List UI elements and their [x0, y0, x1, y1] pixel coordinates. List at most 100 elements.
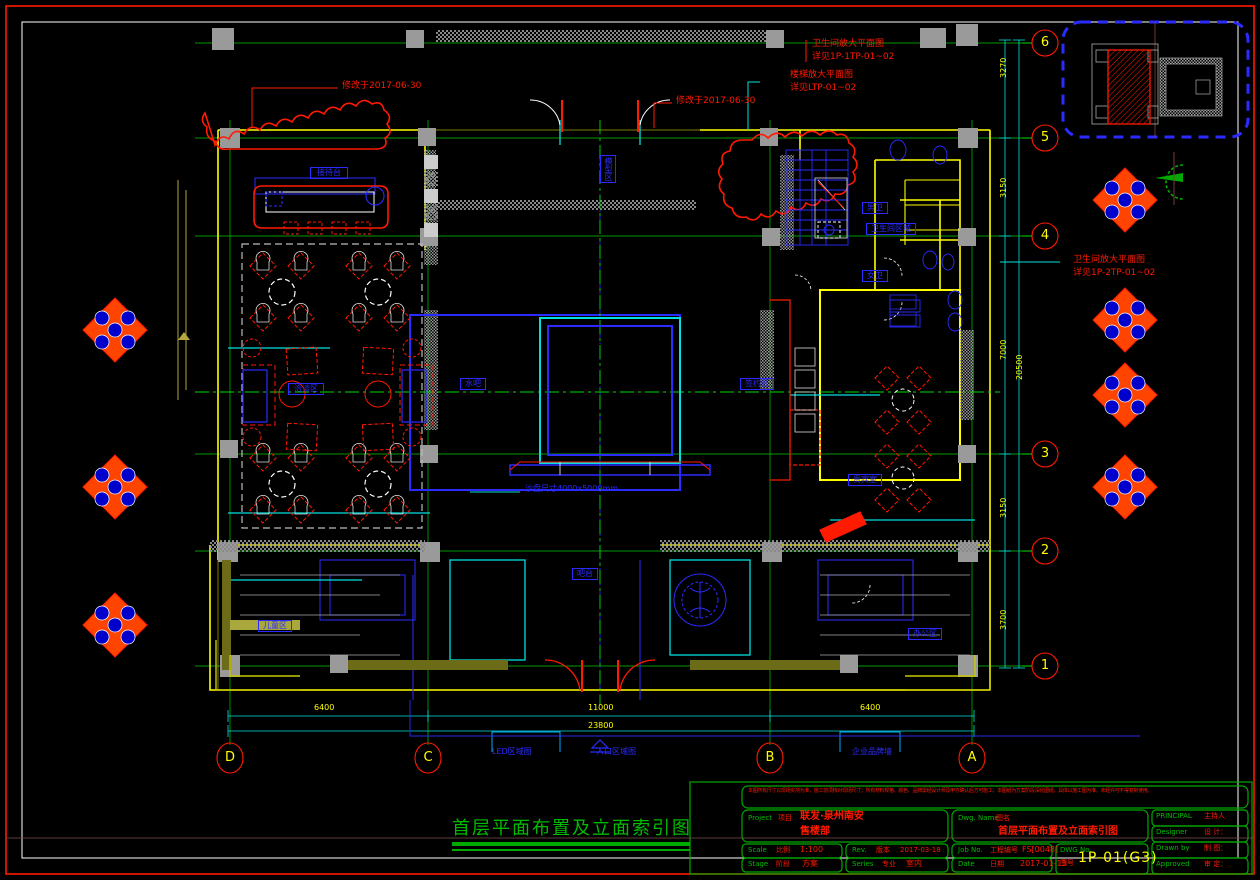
label-sign-area: 签约区 [740, 378, 774, 390]
reception-desk [253, 185, 389, 235]
rev-label-en: Rev. [852, 846, 867, 854]
grid-label-4: 4 [1040, 228, 1050, 243]
dining-square-tables [242, 338, 433, 452]
toilet-fixtures [889, 139, 963, 332]
dining-zone-boundary [241, 243, 423, 529]
principal-label-cn: 主持人 [1204, 812, 1225, 820]
page-title: 首层平面布置及立面索引图 [452, 818, 692, 839]
dwg-label-en: Dwg. Name [958, 814, 999, 822]
sheet-border [5, 5, 1255, 875]
approved-label-cn: 审 定： [1204, 860, 1228, 868]
label-child: 儿童区 [258, 620, 292, 632]
label-sand-table: 沙盘尺寸4000x5000mm [525, 484, 619, 493]
dim-right-2: 3150 [999, 177, 1008, 198]
annotation-stair-enlarge: 楼梯放大平面图 [790, 70, 854, 80]
stage-label-en: Stage [748, 860, 769, 868]
scale-label-en: Scale [748, 846, 767, 854]
left-vertical-guides [177, 180, 190, 400]
date-label-en: Date [958, 860, 975, 868]
grid-label-3: 3 [1040, 446, 1050, 461]
project-name-line1: 联发·泉州南安 [800, 811, 864, 822]
dim-bottom-2: 11000 [588, 703, 614, 712]
series-label-en: Series [852, 860, 874, 868]
dim-right-5: 3700 [999, 609, 1008, 630]
stage-label-cn: 阶段 [776, 860, 790, 868]
dim-bottom-3: 6400 [860, 703, 881, 712]
grid-label-A: A [967, 750, 977, 765]
grid-label-B: B [765, 750, 775, 765]
grid-label-5: 5 [1040, 130, 1050, 145]
label-water-bar: 水吧 [460, 378, 486, 390]
jobno-value: FS[0048] [1022, 845, 1059, 854]
drawnby-label-cn: 制 图： [1204, 844, 1228, 852]
jobno-label-en: Job No. [958, 846, 983, 854]
label-bar: 吧台 [572, 568, 598, 580]
dim-right-total: 20500 [1015, 354, 1024, 380]
designer-label-en: Designer [1156, 828, 1188, 836]
dim-bottom-total: 23800 [588, 721, 614, 730]
elevation-marker-diamonds-right [1092, 167, 1158, 520]
cad-drawing-canvas: 修改于2017-06-30 修改于2017-06-30 卫生间放大平面图 详见1… [0, 0, 1260, 880]
annotation-toilet-enlarge-top: 卫生间放大平面图 [812, 39, 885, 49]
label-office: 办公区 [908, 628, 942, 640]
grid-bubbles-right [1022, 29, 1059, 680]
jobno-label-cn: 工程编号 [990, 846, 1018, 854]
project-label-cn: 项目 [778, 814, 792, 822]
dim-right-4: 3150 [999, 497, 1008, 518]
dim-bottom-1: 6400 [314, 703, 335, 712]
label-reception: 接待台 [310, 167, 348, 179]
stage-value: 方案 [802, 859, 818, 868]
date-label-cn: 日期 [990, 860, 1004, 868]
scale-label-cn: 比例 [776, 846, 790, 854]
sand-table-model [509, 317, 711, 476]
bottom-decor-tree [673, 573, 727, 627]
grid-label-1: 1 [1040, 658, 1050, 673]
label-toilet-women: 女卫 [862, 270, 888, 282]
grid-label-D: D [224, 750, 235, 765]
dwg-name: 首层平面布置及立面索引图 [998, 826, 1118, 837]
bottom-rooms [240, 574, 970, 656]
title-block-note: 本图所有尺寸以现场实测为准，施工前须核对现场尺寸；所有材料规格、颜色、品牌需经设… [748, 788, 1153, 794]
label-negotiate: 洽谈区 [288, 383, 324, 395]
label-toilet-zone: 卫生间区域 [866, 223, 916, 235]
staircase [785, 149, 849, 246]
sheet-number: 1P-01(G3) [1078, 850, 1158, 866]
grid-label-6: 6 [1040, 35, 1050, 50]
label-model: 模型区 [600, 155, 616, 183]
dim-right-3: 7000 [999, 339, 1008, 360]
annotation-toilet-enlarge-top-ref: 详见1P-1TP-01~02 [812, 52, 895, 62]
rev-value: 2017-03-18 [900, 846, 941, 854]
north-arrow-icon [1155, 152, 1184, 205]
project-label-en: Project [748, 814, 772, 822]
toilet-partitions [904, 179, 960, 245]
annotation-revision-left: 修改于2017-06-30 [342, 81, 422, 91]
annotation-toilet-enlarge-right-ref: 详见1P-2TP-01~02 [1073, 268, 1156, 278]
grid-label-C: C [423, 750, 433, 765]
annotation-leaders [251, 40, 1140, 752]
approved-label-en: Approved [1156, 860, 1190, 868]
right-table-cluster [874, 365, 932, 513]
drawnby-label-en: Drawn by [1156, 844, 1190, 852]
grid-label-2: 2 [1040, 543, 1050, 558]
label-vip: 贵宾室 [848, 474, 882, 486]
display-units-column [424, 155, 438, 237]
label-led-area: LED区域图 [492, 747, 532, 756]
rev-label-cn: 版本 [876, 846, 890, 854]
elevation-marker-diamonds-left [82, 297, 148, 658]
annotation-stair-enlarge-ref: 详见LTP-01~02 [790, 83, 857, 93]
dining-sofa-blue [242, 369, 427, 423]
label-brand-wall: 企业品牌墙 [852, 747, 892, 756]
label-toilet-men: 男卫 [862, 202, 888, 214]
scale-value: 1:100 [800, 845, 824, 854]
right-feature-outlines [770, 299, 867, 543]
key-plan [1061, 20, 1250, 139]
label-entrance: 入口区域图 [596, 747, 636, 756]
annotation-revision-right: 修改于2017-06-30 [676, 96, 756, 106]
designer-label-cn: 设 计： [1204, 828, 1228, 836]
title-underline [452, 842, 690, 851]
dwgno-label-cn: 图号 [1060, 859, 1074, 867]
project-name-line2: 售楼部 [800, 826, 830, 837]
series-value: 室内 [906, 859, 922, 868]
dwg-label-cn: 图名 [996, 814, 1010, 822]
annotation-toilet-enlarge-right: 卫生间放大平面图 [1073, 255, 1146, 265]
